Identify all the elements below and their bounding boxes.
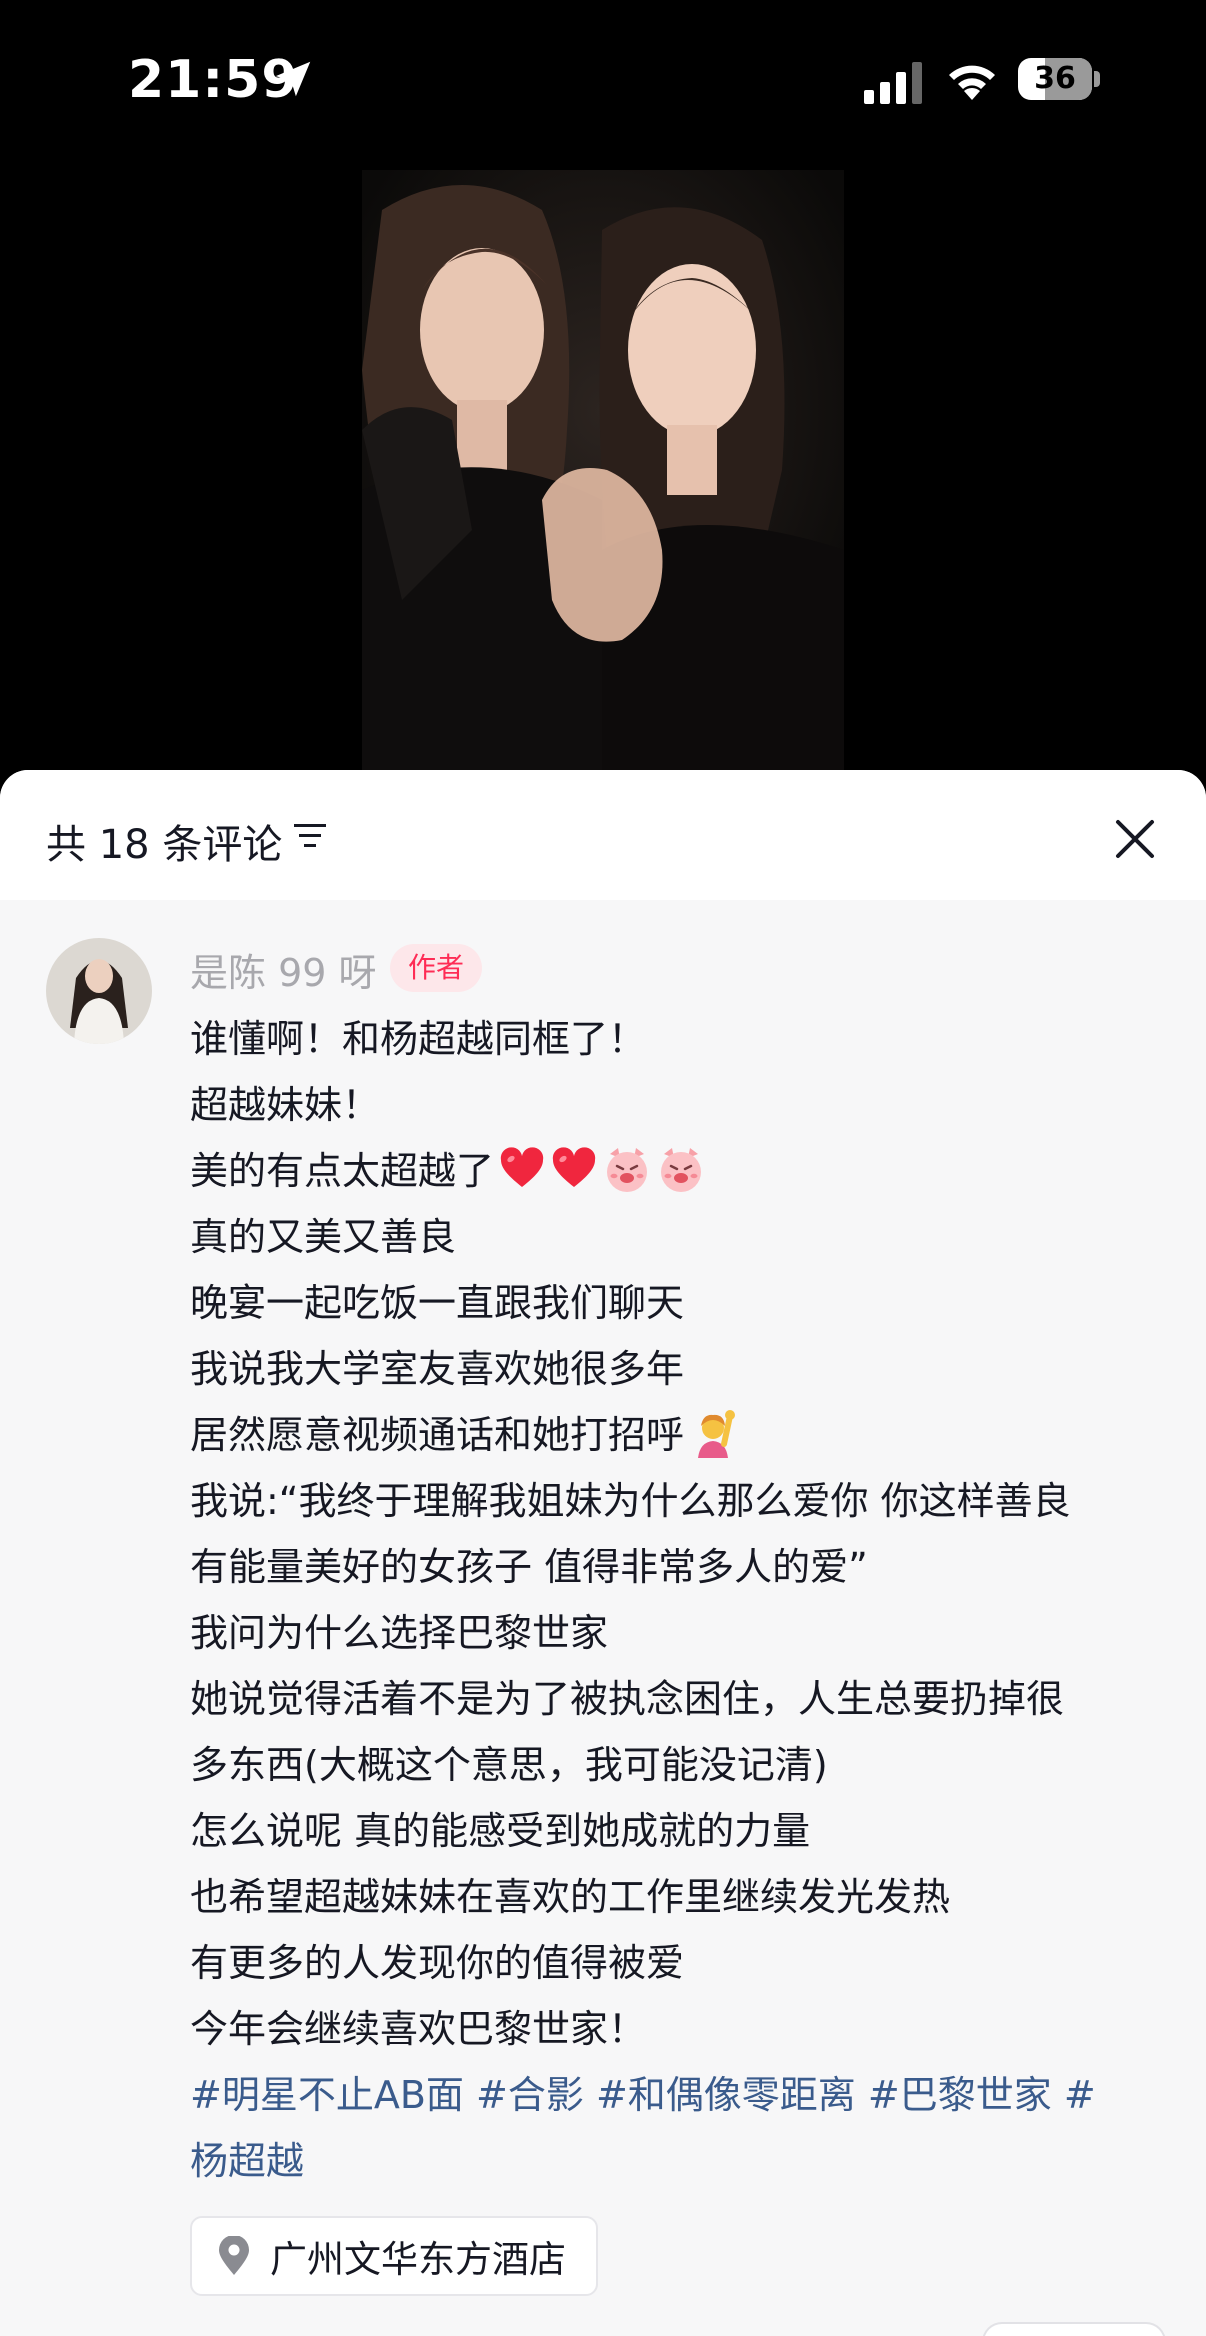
comment-line: 我问为什么选择巴黎世家 xyxy=(190,1611,609,1655)
status-bar: 21:59 36 xyxy=(0,0,1206,160)
hashtag-line: 杨超越 xyxy=(190,2128,1180,2194)
comments-header: 共 18 条评论 xyxy=(0,770,1206,900)
battery-icon: 36 xyxy=(1018,58,1100,102)
comment-line: 她说觉得活着不是为了被执念困住，人生总要扔掉很 xyxy=(190,1677,1065,1721)
comment-line: 居然愿意视频通话和她打招呼 xyxy=(190,1402,1180,1468)
next-comment-peek xyxy=(982,2322,1166,2336)
comment-line: 多东西(大概这个意思，我可能没记清) xyxy=(190,1743,828,1787)
comment-line: 超越妹妹！ xyxy=(190,1083,381,1127)
comment-line: 有更多的人发现你的值得被爱 xyxy=(190,1941,685,1985)
comment-line: 有能量美好的女孩子 值得非常多人的爱” xyxy=(190,1545,868,1589)
location-arrow-icon xyxy=(275,61,311,97)
person-raising-hand-emoji xyxy=(698,1410,736,1458)
video-frame-image xyxy=(362,170,844,770)
red-heart-emoji xyxy=(552,1147,596,1187)
red-heart-emoji xyxy=(500,1147,544,1187)
hashtag-link[interactable]: #和偶像零距离 xyxy=(596,2073,856,2117)
comment-line: 我说:“我终于理解我姐妹为什么那么爱你 你这样善良 xyxy=(190,1479,1071,1523)
hashtag-link[interactable]: #合影 xyxy=(476,2073,584,2117)
comment-line: 怎么说呢 真的能感受到她成就的力量 xyxy=(190,1809,811,1853)
comment-line: 晚宴一起吃饭一直跟我们聊天 xyxy=(190,1281,685,1325)
comment-line-text: 居然愿意视频通话和她打招呼 xyxy=(190,1413,685,1457)
comment-line: 也希望超越妹妹在喜欢的工作里继续发光发热 xyxy=(190,1875,951,1919)
location-name: 广州文华东方酒店 xyxy=(270,2238,566,2281)
avatar[interactable] xyxy=(46,938,152,1044)
location-pin-icon xyxy=(219,2236,249,2275)
comments-sheet: 共 18 条评论 是陈 99 呀 作者 谁懂啊！和杨超越同框了！ 超越妹妹！ 美… xyxy=(0,770,1206,2336)
video-player[interactable] xyxy=(362,170,844,770)
wifi-icon xyxy=(949,65,995,100)
comment-line: 谁懂啊！和杨超越同框了！ xyxy=(190,1017,647,1061)
close-icon[interactable] xyxy=(1112,816,1158,862)
filter-icon[interactable] xyxy=(292,818,328,854)
comment-line: 真的又美又善良 xyxy=(190,1215,457,1259)
hashtag-link[interactable]: #巴黎世家 xyxy=(868,2073,1052,2117)
comment-line: 我说我大学室友喜欢她很多年 xyxy=(190,1347,685,1391)
cellular-signal-icon xyxy=(864,62,922,104)
comment-count-label: 共 18 条评论 xyxy=(46,822,283,868)
comment-author-name[interactable]: 是陈 99 呀 xyxy=(190,942,377,997)
hashtag-link[interactable]: #明星不止AB面 xyxy=(190,2073,464,2117)
hashtag-link[interactable]: 杨超越 xyxy=(190,2139,304,2183)
battery-level: 36 xyxy=(1034,61,1076,96)
hashtag-link[interactable]: # xyxy=(1064,2073,1096,2117)
comment-line: 美的有点太超越了 xyxy=(190,1138,1180,1204)
pig-face-emoji xyxy=(607,1148,648,1192)
comment-body: 谁懂啊！和杨超越同框了！ 超越妹妹！ 美的有点太超越了 真的又美又善良 晚宴一起… xyxy=(190,1006,1180,2194)
comment-line-text: 美的有点太超越了 xyxy=(190,1149,495,1193)
comment-line: 今年会继续喜欢巴黎世家！ xyxy=(190,2007,647,2051)
author-badge: 作者 xyxy=(390,944,483,992)
location-tag[interactable]: 广州文华东方酒店 xyxy=(190,2216,598,2296)
pig-face-emoji xyxy=(661,1148,702,1192)
hashtag-line: #明星不止AB面 #合影 #和偶像零距离 #巴黎世家 # xyxy=(190,2062,1180,2128)
